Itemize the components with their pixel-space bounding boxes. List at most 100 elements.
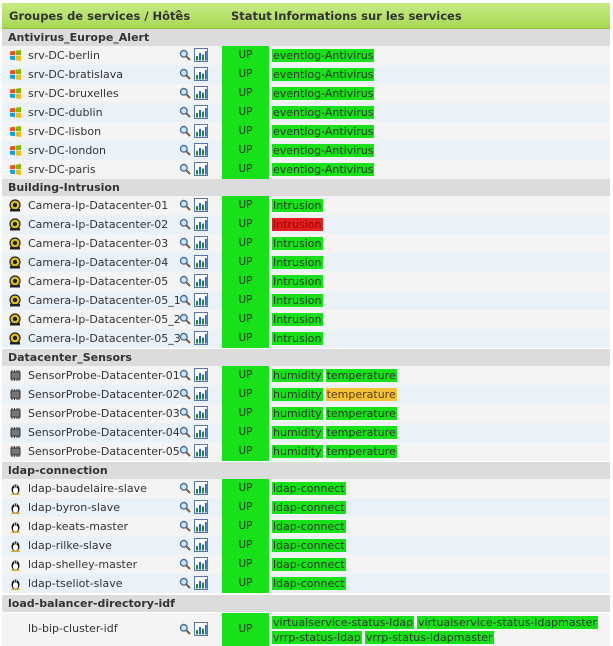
search-icon[interactable] (179, 218, 191, 230)
host-name-link[interactable]: lb-bip-cluster-idf (28, 622, 118, 635)
host-name-link[interactable]: Camera-Ip-Datacenter-01 (28, 199, 168, 212)
graph-icon[interactable] (194, 444, 208, 458)
host-name-link[interactable]: Camera-Ip-Datacenter-02 (28, 218, 168, 231)
search-icon[interactable] (179, 106, 191, 118)
search-icon[interactable] (179, 539, 191, 551)
host-name-link[interactable]: SensorProbe-Datacenter-03 (28, 407, 180, 420)
graph-icon[interactable] (194, 198, 208, 212)
graph-icon[interactable] (194, 500, 208, 514)
column-header-groups[interactable]: Groupes de services / Hôtes (9, 9, 190, 23)
service-badge[interactable]: ldap-connect (272, 501, 346, 514)
group-name[interactable]: Datacenter_Sensors (8, 351, 132, 364)
service-badge[interactable]: ldap-connect (272, 539, 346, 552)
group-name[interactable]: ldap-connection (8, 464, 108, 477)
host-name-link[interactable]: SensorProbe-Datacenter-05 (28, 445, 180, 458)
service-badge[interactable]: temperature (325, 369, 397, 382)
column-header-status[interactable]: Statut (231, 9, 272, 23)
host-name-link[interactable]: srv-DC-london (28, 144, 106, 157)
host-name-link[interactable]: ldap-rilke-slave (28, 539, 112, 552)
service-badge[interactable]: ldap-connect (272, 520, 346, 533)
graph-icon[interactable] (194, 576, 208, 590)
group-header[interactable]: Antivirus_Europe_Alert (2, 29, 610, 46)
search-icon[interactable] (179, 577, 191, 589)
service-badge[interactable]: Intrusion (272, 275, 323, 288)
graph-icon[interactable] (194, 48, 208, 62)
host-name-link[interactable]: srv-DC-dublin (28, 106, 103, 119)
search-icon[interactable] (179, 87, 191, 99)
graph-icon[interactable] (194, 255, 208, 269)
host-name-link[interactable]: Camera-Ip-Datacenter-04 (28, 256, 168, 269)
host-name-link[interactable]: Camera-Ip-Datacenter-05 (28, 275, 168, 288)
service-badge[interactable]: Intrusion (272, 256, 323, 269)
host-name-link[interactable]: srv-DC-bruxelles (28, 87, 119, 100)
service-badge[interactable]: virtualservice-status-ldapmaster (417, 616, 598, 629)
search-icon[interactable] (179, 163, 191, 175)
search-icon[interactable] (179, 558, 191, 570)
host-name-link[interactable]: SensorProbe-Datacenter-01 (28, 369, 180, 382)
service-badge[interactable]: humidity (272, 426, 323, 439)
host-name-link[interactable]: srv-DC-berlin (28, 49, 100, 62)
host-name-link[interactable]: srv-DC-bratislava (28, 68, 123, 81)
search-icon[interactable] (179, 520, 191, 532)
service-badge[interactable]: virtualservice-status-ldap (272, 616, 415, 629)
search-icon[interactable] (179, 144, 191, 156)
graph-icon[interactable] (194, 557, 208, 571)
group-header[interactable]: Building-Intrusion (2, 179, 610, 196)
search-icon[interactable] (179, 369, 191, 381)
service-badge[interactable]: eventlog-Antivirus (272, 144, 375, 157)
service-badge[interactable]: vrrp-status-ldapmaster (364, 631, 494, 644)
graph-icon[interactable] (194, 425, 208, 439)
service-badge[interactable]: ldap-connect (272, 577, 346, 590)
search-icon[interactable] (179, 501, 191, 513)
service-badge[interactable]: Intrusion (272, 237, 323, 250)
host-name-link[interactable]: ldap-shelley-master (28, 558, 137, 571)
graph-icon[interactable] (194, 387, 208, 401)
graph-icon[interactable] (194, 538, 208, 552)
service-badge[interactable]: eventlog-Antivirus (272, 49, 375, 62)
group-header[interactable]: load-balancer-directory-idf (2, 595, 610, 612)
graph-icon[interactable] (194, 519, 208, 533)
search-icon[interactable] (179, 313, 191, 325)
host-name-link[interactable]: ldap-byron-slave (28, 501, 120, 514)
graph-icon[interactable] (194, 622, 208, 636)
search-icon[interactable] (179, 294, 191, 306)
search-icon[interactable] (179, 68, 191, 80)
search-icon[interactable] (179, 256, 191, 268)
graph-icon[interactable] (194, 293, 208, 307)
host-name-link[interactable]: srv-DC-paris (28, 163, 96, 176)
search-icon[interactable] (179, 482, 191, 494)
graph-icon[interactable] (194, 312, 208, 326)
service-badge[interactable]: Intrusion (272, 294, 323, 307)
service-badge[interactable]: temperature (325, 407, 397, 420)
service-badge[interactable]: eventlog-Antivirus (272, 68, 375, 81)
graph-icon[interactable] (194, 368, 208, 382)
service-badge[interactable]: Intrusion (272, 199, 323, 212)
search-icon[interactable] (179, 445, 191, 457)
graph-icon[interactable] (194, 481, 208, 495)
search-icon[interactable] (179, 426, 191, 438)
column-header-info[interactable]: Informations sur les services (274, 9, 462, 23)
graph-icon[interactable] (194, 86, 208, 100)
search-icon[interactable] (179, 407, 191, 419)
search-icon[interactable] (179, 388, 191, 400)
group-name[interactable]: load-balancer-directory-idf (8, 597, 175, 610)
search-icon[interactable] (179, 49, 191, 61)
service-badge[interactable]: eventlog-Antivirus (272, 106, 375, 119)
host-name-link[interactable]: Camera-Ip-Datacenter-05_1 (28, 294, 181, 307)
group-header[interactable]: ldap-connection (2, 462, 610, 479)
host-name-link[interactable]: Camera-Ip-Datacenter-05_2 (28, 313, 181, 326)
service-badge[interactable]: humidity (272, 445, 323, 458)
service-badge[interactable]: temperature (325, 426, 397, 439)
service-badge[interactable]: Intrusion (272, 332, 323, 345)
graph-icon[interactable] (194, 67, 208, 81)
search-icon[interactable] (179, 199, 191, 211)
graph-icon[interactable] (194, 236, 208, 250)
host-name-link[interactable]: SensorProbe-Datacenter-04 (28, 426, 180, 439)
service-badge[interactable]: eventlog-Antivirus (272, 87, 375, 100)
group-name[interactable]: Building-Intrusion (8, 181, 120, 194)
group-header[interactable]: Datacenter_Sensors (2, 349, 610, 366)
graph-icon[interactable] (194, 274, 208, 288)
graph-icon[interactable] (194, 406, 208, 420)
service-badge[interactable]: eventlog-Antivirus (272, 125, 375, 138)
service-badge[interactable]: humidity (272, 388, 323, 401)
